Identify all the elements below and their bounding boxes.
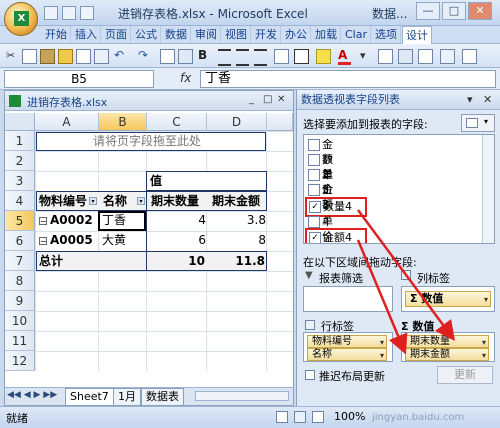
annotation-arrows: [356, 209, 455, 355]
normal-view-icon[interactable]: [276, 411, 288, 423]
status-ready: 就绪: [6, 412, 28, 425]
office-button[interactable]: X: [4, 2, 38, 36]
status-bar: 就绪 100% jingyan.baidu.com: [0, 406, 500, 428]
page-layout-icon[interactable]: [294, 411, 306, 423]
arrow-amount: [356, 239, 408, 355]
page-break-icon[interactable]: [312, 411, 324, 423]
zoom-level[interactable]: 100%: [334, 410, 365, 423]
excel-logo-icon: X: [14, 11, 29, 26]
watermark: jingyan.baidu.com: [372, 412, 465, 423]
